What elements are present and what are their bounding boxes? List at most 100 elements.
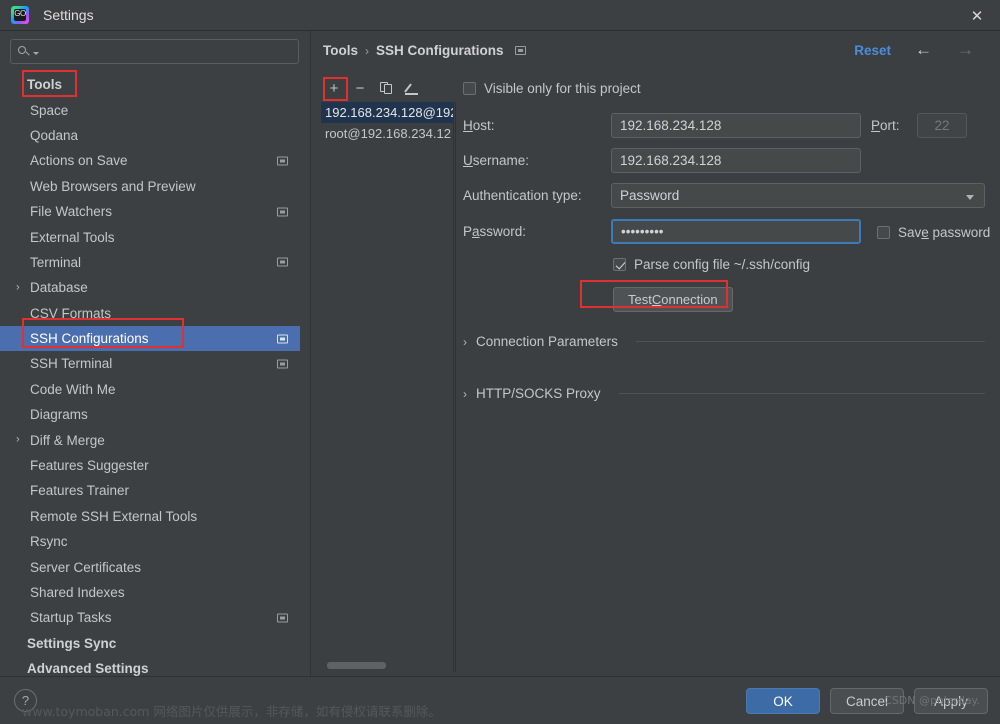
expander-icon[interactable]: › (16, 282, 20, 293)
sidebar-item-diff-merge[interactable]: › Diff & Merge (0, 427, 300, 452)
settings-detail-panel: Tools › SSH Configurations Reset ← → + −… (311, 31, 1000, 676)
sidebar-item-settings-sync[interactable]: Settings Sync (0, 631, 300, 656)
authentication-type-value: Password (620, 188, 680, 203)
project-scope-icon (277, 156, 288, 166)
reset-link[interactable]: Reset (854, 43, 891, 58)
watermark-toymoban: www.toymoban.com 网络图片仅供展示，非存储，如有侵权请联系删除。 (22, 704, 441, 719)
sidebar-item-ssh-configurations[interactable]: SSH Configurations (0, 325, 300, 352)
sidebar-item-label: External Tools (30, 229, 115, 245)
connection-list-item[interactable]: 192.168.234.128@192 (321, 102, 453, 123)
sidebar-item-label: SSH Terminal (30, 356, 113, 372)
sidebar-item-label: Code With Me (30, 381, 116, 397)
edit-configuration-button[interactable] (399, 77, 425, 101)
sidebar-item-tools[interactable]: Tools (0, 72, 300, 97)
sidebar-item-label: Startup Tasks (30, 610, 112, 626)
sidebar-item-shared-indexes[interactable]: Shared Indexes (0, 580, 300, 605)
project-scope-icon (277, 257, 288, 267)
project-scope-icon (277, 334, 288, 344)
sidebar-item-label: Diff & Merge (30, 432, 105, 448)
sidebar-item-file-watchers[interactable]: File Watchers (0, 199, 300, 224)
sidebar-item-code-with-me[interactable]: Code With Me (0, 377, 300, 402)
connection-list: 192.168.234.128@192 root@192.168.234.12 (321, 102, 454, 672)
parse-config-label: Parse config file ~/.ssh/config (634, 257, 810, 272)
sidebar-item-external-tools[interactable]: External Tools (0, 224, 300, 249)
sidebar-item-features-trainer[interactable]: Features Trainer (0, 478, 300, 503)
sidebar-item-diagrams[interactable]: Diagrams (0, 402, 300, 427)
save-password-row[interactable]: Save password (877, 225, 990, 240)
watermark-csdn: CSDN @polarday. (884, 694, 980, 707)
forward-arrow-icon[interactable]: → (957, 41, 974, 58)
chevron-down-icon[interactable] (33, 51, 39, 55)
authentication-type-label: Authentication type: (463, 188, 582, 203)
sidebar-item-features-suggester[interactable]: Features Suggester (0, 453, 300, 478)
password-input[interactable]: ••••••••• (611, 219, 861, 244)
remove-configuration-button[interactable]: − (347, 77, 373, 101)
visible-only-checkbox[interactable] (463, 82, 476, 95)
ok-button[interactable]: OK (746, 688, 820, 714)
sidebar-item-label: Space (30, 102, 69, 118)
sidebar-item-label: Qodana (30, 127, 79, 143)
port-input[interactable]: 22 (917, 113, 967, 138)
expander-icon[interactable]: › (16, 434, 20, 446)
sidebar-item-rsync[interactable]: Rsync (0, 529, 300, 554)
breadcrumb-separator: › (365, 43, 369, 58)
sidebar-item-startup-tasks[interactable]: Startup Tasks (0, 605, 300, 630)
port-label: Port: (871, 118, 900, 133)
sidebar-item-qodana[interactable]: Qodana (0, 123, 300, 148)
sidebar-item-ssh-terminal[interactable]: SSH Terminal (0, 351, 300, 376)
sidebar-item-label: Actions on Save (30, 153, 128, 169)
username-input[interactable]: 192.168.234.128 (611, 148, 861, 173)
sidebar-item-label: Rsync (30, 534, 68, 550)
goland-app-icon: GO (11, 6, 29, 24)
parse-config-row[interactable]: Parse config file ~/.ssh/config (613, 257, 810, 272)
parse-config-checkbox[interactable] (613, 258, 626, 271)
connection-parameters-label: Connection Parameters (476, 334, 618, 349)
visible-only-label: Visible only for this project (484, 81, 641, 96)
chevron-right-icon: › (463, 386, 467, 401)
connection-list-toolbar: + − (321, 76, 454, 101)
sidebar-item-label: Server Certificates (30, 559, 142, 575)
sidebar-item-label: Shared Indexes (30, 585, 125, 600)
sidebar-item-terminal[interactable]: Terminal (0, 250, 300, 275)
ssh-config-form: Visible only for this project Host: 192.… (463, 76, 993, 420)
add-configuration-button[interactable]: + (321, 77, 347, 101)
search-input[interactable] (10, 39, 299, 64)
sidebar-item-space[interactable]: Space (0, 97, 300, 122)
connection-parameters-section[interactable]: › Connection Parameters (463, 334, 985, 349)
save-password-checkbox[interactable] (877, 226, 890, 239)
visible-only-row[interactable]: Visible only for this project (463, 81, 641, 96)
chevron-right-icon: › (463, 334, 467, 349)
section-rule (635, 341, 985, 342)
test-connection-button[interactable]: Test Connection (613, 287, 733, 312)
http-socks-proxy-label: HTTP/SOCKS Proxy (476, 386, 601, 401)
sidebar-item-web-browsers-and-preview[interactable]: Web Browsers and Preview (0, 174, 300, 199)
host-input[interactable]: 192.168.234.128 (611, 113, 861, 138)
title-bar: GO Settings ✕ (0, 0, 1000, 31)
sidebar-scrollbar-track[interactable] (301, 72, 610, 692)
project-scope-icon (514, 46, 526, 55)
connection-list-item[interactable]: root@192.168.234.12 (321, 123, 453, 144)
sidebar-item-remote-ssh-external-tools[interactable]: Remote SSH External Tools (0, 504, 300, 529)
breadcrumb-root[interactable]: Tools (323, 43, 358, 58)
settings-tree: Tools Space Qodana Actions on Save Web Brows… (0, 72, 300, 676)
app-icon-glyph: GO (14, 9, 26, 18)
sidebar-item-label: CSV Formats (30, 305, 112, 321)
host-label: Host: (463, 118, 495, 133)
sidebar-item-database[interactable]: › Database (0, 275, 300, 300)
close-icon[interactable]: ✕ (954, 0, 1000, 31)
breadcrumb: Tools › SSH Configurations (323, 43, 526, 58)
sidebar-item-csv-formats[interactable]: CSV Formats (0, 301, 300, 326)
sidebar-item-actions-on-save[interactable]: Actions on Save (0, 148, 300, 173)
http-socks-proxy-section[interactable]: › HTTP/SOCKS Proxy (463, 386, 985, 401)
pencil-icon (404, 82, 419, 96)
sidebar-item-server-certificates[interactable]: Server Certificates (0, 554, 300, 579)
sidebar-item-label: Terminal (30, 254, 82, 270)
sidebar-item-label: Features Suggester (30, 458, 149, 474)
chevron-down-icon (966, 195, 974, 200)
connection-list-hscrollbar-thumb[interactable] (327, 662, 386, 669)
back-arrow-icon[interactable]: ← (915, 41, 932, 58)
copy-configuration-button[interactable] (373, 77, 399, 101)
sidebar-item-label: Remote SSH External Tools (30, 508, 198, 524)
copy-icon (379, 82, 393, 95)
authentication-type-select[interactable]: Password (611, 183, 985, 208)
